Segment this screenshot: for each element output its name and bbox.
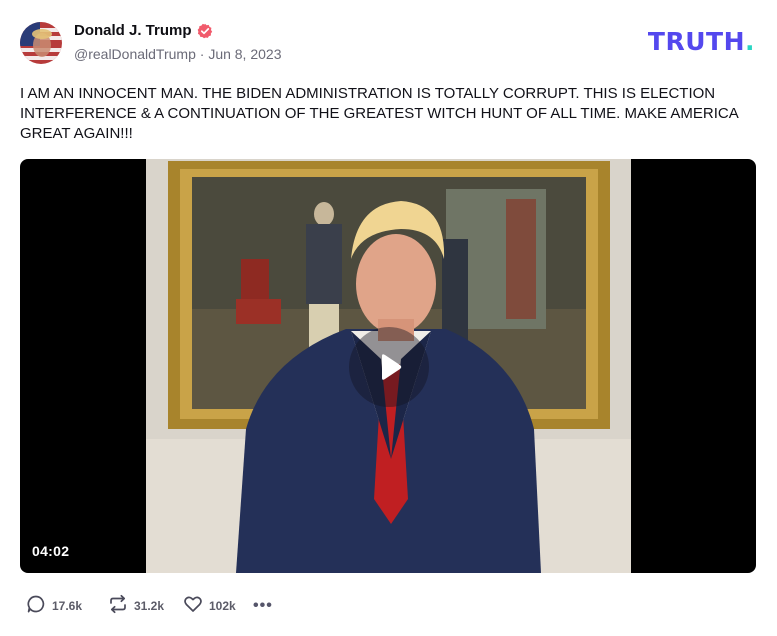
truth-social-logo[interactable]: TRUTH. [648, 29, 755, 54]
like-count: 102k [209, 598, 236, 613]
author-handle[interactable]: @realDonaldTrump [74, 46, 196, 62]
author-meta: @realDonaldTrump · Jun 8, 2023 [74, 46, 281, 62]
meta-separator: · [199, 46, 205, 62]
avatar[interactable] [20, 22, 62, 64]
play-icon [382, 354, 402, 380]
video-duration: 04:02 [32, 543, 70, 559]
reply-button[interactable]: 17.6k [26, 594, 108, 617]
author-display-name[interactable]: Donald J. Trump [74, 22, 192, 39]
logo-dot: . [745, 27, 755, 56]
author-name-row: Donald J. Trump [74, 22, 213, 39]
post-date[interactable]: Jun 8, 2023 [208, 46, 281, 62]
repost-count: 31.2k [134, 598, 165, 613]
video-player[interactable]: 04:02 [20, 159, 756, 573]
reply-count: 17.6k [52, 598, 83, 613]
post-text: I AM AN INNOCENT MAN. THE BIDEN ADMINIST… [20, 85, 738, 142]
action-bar: 17.6k 31.2k 102k ••• [26, 594, 273, 617]
logo-text: TRUTH [647, 27, 745, 56]
repost-button[interactable]: 31.2k [108, 594, 183, 617]
reply-icon [26, 594, 46, 617]
play-button[interactable] [349, 327, 429, 407]
heart-icon [183, 594, 203, 617]
verified-badge-icon [197, 23, 213, 39]
like-button[interactable]: 102k [183, 594, 253, 617]
avatar-image [20, 22, 62, 64]
more-options-button[interactable]: ••• [253, 597, 273, 615]
repost-icon [108, 594, 128, 617]
